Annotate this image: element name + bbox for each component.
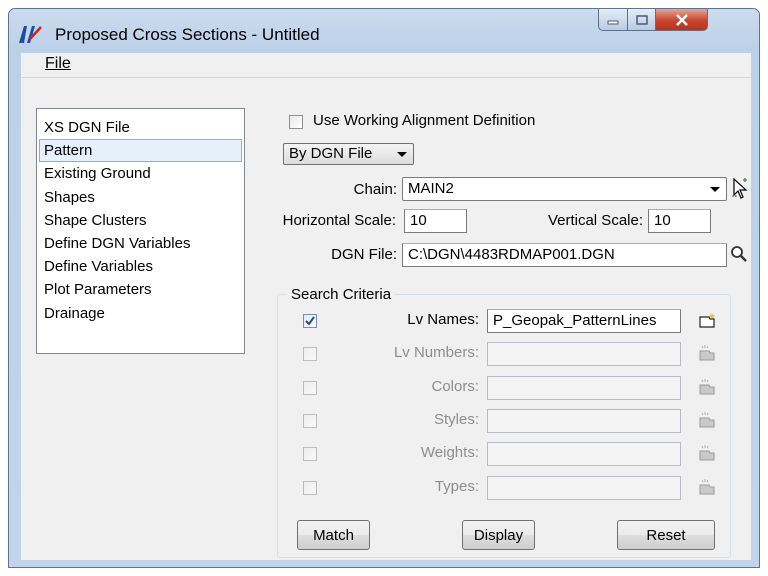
checkmark-icon (305, 316, 315, 326)
weights-label: Weights: (420, 444, 479, 461)
horizontal-scale-label: Horizontal Scale: (282, 212, 396, 229)
lv-numbers-label: Lv Numbers: (393, 344, 479, 361)
chain-value: MAIN2 (408, 180, 454, 197)
close-button[interactable] (656, 9, 708, 31)
vertical-scale-label: Vertical Scale: (547, 212, 643, 229)
styles-checkbox[interactable] (303, 414, 317, 428)
folder-star-icon[interactable] (697, 412, 717, 434)
dialog-body: XS DGN File Pattern Existing Ground Shapes S… (21, 78, 751, 560)
app-window: Proposed Cross Sections - Untitled File … (8, 8, 760, 568)
maximize-button[interactable] (628, 9, 656, 31)
folder-star-icon[interactable] (697, 312, 717, 334)
magnifier-icon[interactable] (729, 244, 749, 264)
types-checkbox[interactable] (303, 481, 317, 495)
colors-input[interactable] (487, 376, 681, 400)
display-button[interactable]: Display (462, 520, 535, 550)
cursor-select-icon[interactable] (729, 176, 751, 202)
weights-input[interactable] (487, 442, 681, 466)
use-working-alignment-checkbox[interactable] (289, 115, 303, 129)
match-button[interactable]: Match (297, 520, 370, 550)
styles-input[interactable] (487, 409, 681, 433)
types-label: Types: (434, 478, 479, 495)
folder-star-icon[interactable] (697, 445, 717, 467)
section-item-pattern[interactable]: Pattern (39, 139, 242, 163)
styles-label: Styles: (433, 411, 479, 428)
lv-numbers-input[interactable] (487, 342, 681, 366)
dgn-file-input[interactable]: C:\DGN\4483RDMAP001.DGN (402, 243, 727, 267)
search-criteria-title: Search Criteria (287, 286, 396, 303)
menu-bar: File (21, 53, 751, 78)
weights-checkbox[interactable] (303, 447, 317, 461)
chain-label: Chain: (353, 181, 397, 198)
vertical-scale-input[interactable]: 10 (648, 209, 711, 233)
lv-numbers-checkbox[interactable] (303, 347, 317, 361)
close-icon (675, 13, 688, 26)
lv-names-label: Lv Names: (407, 311, 479, 328)
minimize-button[interactable] (598, 9, 628, 31)
menu-file[interactable]: File (45, 55, 71, 73)
folder-star-icon[interactable] (697, 345, 717, 367)
section-item-drainage[interactable]: Drainage (39, 302, 242, 325)
use-working-alignment-label: Use Working Alignment Definition (313, 112, 536, 129)
folder-star-icon[interactable] (697, 479, 717, 501)
lv-names-input[interactable]: P_Geopak_PatternLines (487, 309, 681, 333)
section-list[interactable]: XS DGN File Pattern Existing Ground Shapes S… (36, 108, 245, 354)
pattern-mode-dropdown[interactable]: By DGN File (283, 143, 414, 165)
section-item-define-dgn-variables[interactable]: Define DGN Variables (39, 232, 242, 255)
geopak-logo-icon (19, 26, 42, 43)
title-bar[interactable]: Proposed Cross Sections - Untitled (9, 9, 759, 53)
dgn-file-label: DGN File: (331, 246, 397, 263)
reset-button[interactable]: Reset (617, 520, 715, 550)
window-title: Proposed Cross Sections - Untitled (55, 25, 320, 44)
section-item-xs-dgn-file[interactable]: XS DGN File (39, 116, 242, 139)
colors-label: Colors: (431, 378, 479, 395)
types-input[interactable] (487, 476, 681, 500)
section-item-shape-clusters[interactable]: Shape Clusters (39, 209, 242, 232)
chain-dropdown[interactable]: MAIN2 (402, 177, 727, 201)
section-item-plot-parameters[interactable]: Plot Parameters (39, 278, 242, 301)
folder-star-icon[interactable] (697, 379, 717, 401)
section-item-define-variables[interactable]: Define Variables (39, 255, 242, 278)
chevron-down-icon (710, 187, 720, 192)
chevron-down-icon (397, 152, 407, 157)
minimize-icon (607, 20, 619, 24)
section-item-existing-ground[interactable]: Existing Ground (39, 162, 242, 185)
pattern-mode-value: By DGN File (289, 145, 373, 162)
lv-names-checkbox[interactable] (303, 314, 317, 328)
maximize-icon (635, 14, 648, 25)
colors-checkbox[interactable] (303, 381, 317, 395)
section-item-shapes[interactable]: Shapes (39, 186, 242, 209)
horizontal-scale-input[interactable]: 10 (404, 209, 467, 233)
